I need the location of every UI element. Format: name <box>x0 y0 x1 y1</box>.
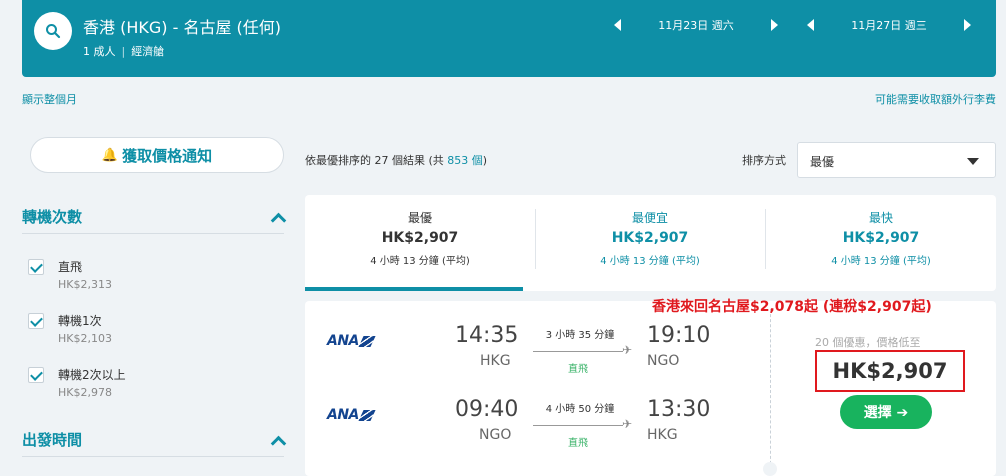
flight-duration: 3 小時 35 分鐘 <box>545 330 615 341</box>
option-price: HK$2,978 <box>58 386 112 399</box>
results-count: 依最優排序的 27 個結果 (共 853 個) <box>305 152 487 168</box>
select-flight-button[interactable]: 選擇 ➔ <box>840 395 932 429</box>
flight-duration: 4 小時 50 分鐘 <box>545 404 615 415</box>
arrival-time: 19:10 <box>647 323 711 348</box>
departure-airport: HKG <box>480 353 511 369</box>
route-line <box>533 425 623 426</box>
sort-tabs: 最優 HK$2,907 4 小時 13 分鐘 (平均) 最便宜 HK$2,907… <box>305 195 996 291</box>
tab-title: 最便宜 <box>631 211 668 225</box>
tab-title: 最優 <box>407 211 432 225</box>
price-alert-button[interactable]: 🔔 獲取價格通知 <box>30 137 284 173</box>
tab-best[interactable]: 最優 HK$2,907 4 小時 13 分鐘 (平均) <box>305 209 535 271</box>
route-line <box>533 351 623 352</box>
caret-down-icon <box>967 158 979 165</box>
checkbox[interactable] <box>28 367 44 383</box>
airline-logo: ANA <box>327 333 376 349</box>
tab-duration: 4 小時 13 分鐘 (平均) <box>370 256 470 267</box>
checkbox[interactable] <box>28 313 44 329</box>
option-price: HK$2,103 <box>58 332 112 345</box>
flight-price: HK$2,907 <box>815 350 965 392</box>
stops-info: 直飛 <box>568 438 588 449</box>
passenger-count: 1 成人 <box>83 45 116 58</box>
tab-cheapest[interactable]: 最便宜 HK$2,907 4 小時 13 分鐘 (平均) <box>535 209 765 271</box>
tab-fastest[interactable]: 最快 HK$2,907 4 小時 13 分鐘 (平均) <box>766 209 996 271</box>
tab-price: HK$2,907 <box>611 230 689 246</box>
depart-date[interactable]: 11月23日 週六 <box>621 17 771 33</box>
passenger-cabin-summary: 1 成人 | 經濟艙 <box>83 43 164 59</box>
route-title: 香港 (HKG) - 名古屋 (任何) <box>83 18 282 37</box>
stops-filter-title: 轉機次數 <box>22 208 83 226</box>
depart-date-nav: 11月23日 週六 <box>614 15 778 35</box>
cabin-class: 經濟艙 <box>131 45 165 58</box>
show-whole-month-link[interactable]: 顯示整個月 <box>22 91 77 107</box>
tab-price: HK$2,907 <box>381 230 459 246</box>
option-label: 直飛 <box>58 260 83 274</box>
option-price: HK$2,313 <box>58 278 112 291</box>
promo-annotation: 香港來回名古屋$2,078起 (連稅$2,907起) <box>652 299 932 315</box>
stops-info: 直飛 <box>568 364 588 375</box>
tab-duration: 4 小時 13 分鐘 (平均) <box>600 256 700 267</box>
prev-return-date-icon[interactable] <box>807 19 814 31</box>
sort-label: 排序方式 <box>742 154 786 167</box>
arrival-airport: NGO <box>647 353 680 369</box>
airline-logo: ANA <box>327 407 376 423</box>
bell-icon: 🔔 <box>101 147 119 163</box>
tab-title: 最快 <box>868 211 893 225</box>
card-notch <box>763 462 777 476</box>
arrival-time: 13:30 <box>647 397 711 422</box>
prev-depart-date-icon[interactable] <box>614 19 621 31</box>
departure-time-filter-title: 出發時間 <box>22 431 83 449</box>
deals-count: 20 個優惠，價格低至 <box>815 336 921 349</box>
divider <box>22 456 284 457</box>
divider <box>22 233 284 234</box>
results-total-link[interactable]: 853 個 <box>447 154 483 167</box>
ana-logo-icon <box>358 335 376 347</box>
sort-select[interactable]: 最優 <box>797 142 996 178</box>
option-label: 轉機2次以上 <box>58 368 126 382</box>
departure-time: 14:35 <box>455 323 519 348</box>
chevron-up-icon[interactable] <box>272 434 284 446</box>
results-suffix: ) <box>482 154 488 167</box>
baggage-fees-link[interactable]: 可能需要收取額外行李費 <box>875 91 996 107</box>
return-date-nav: 11月27日 週三 <box>807 15 971 35</box>
price-alert-label: 獲取價格通知 <box>122 146 213 165</box>
departure-airport: NGO <box>479 427 512 443</box>
divider <box>770 309 771 469</box>
tab-duration: 4 小時 13 分鐘 (平均) <box>831 256 931 267</box>
chevron-up-icon[interactable] <box>272 211 284 223</box>
search-icon <box>46 24 61 39</box>
sort-value: 最優 <box>810 155 835 169</box>
return-date[interactable]: 11月27日 週三 <box>814 17 964 33</box>
airline-name: ANA <box>327 407 359 423</box>
stops-filter-header[interactable]: 轉機次數 <box>22 206 284 227</box>
plane-icon: ✈ <box>622 343 633 357</box>
next-return-date-icon[interactable] <box>964 19 971 31</box>
departure-time: 09:40 <box>455 397 519 422</box>
option-label: 轉機1次 <box>58 314 102 328</box>
results-prefix: 依最優排序的 27 個結果 (共 <box>305 154 448 167</box>
separator: | <box>121 45 126 58</box>
airline-name: ANA <box>327 333 359 349</box>
checkbox[interactable] <box>28 259 44 275</box>
plane-icon: ✈ <box>622 417 633 431</box>
arrival-airport: HKG <box>647 427 678 443</box>
active-tab-indicator <box>305 287 523 291</box>
next-depart-date-icon[interactable] <box>771 19 778 31</box>
ana-logo-icon <box>358 409 376 421</box>
search-summary-bar[interactable]: 香港 (HKG) - 名古屋 (任何) 1 成人 | 經濟艙 11月23日 週六 1… <box>22 0 996 77</box>
tab-price: HK$2,907 <box>842 230 920 246</box>
departure-time-filter-header[interactable]: 出發時間 <box>22 429 284 450</box>
search-button[interactable] <box>34 12 72 50</box>
